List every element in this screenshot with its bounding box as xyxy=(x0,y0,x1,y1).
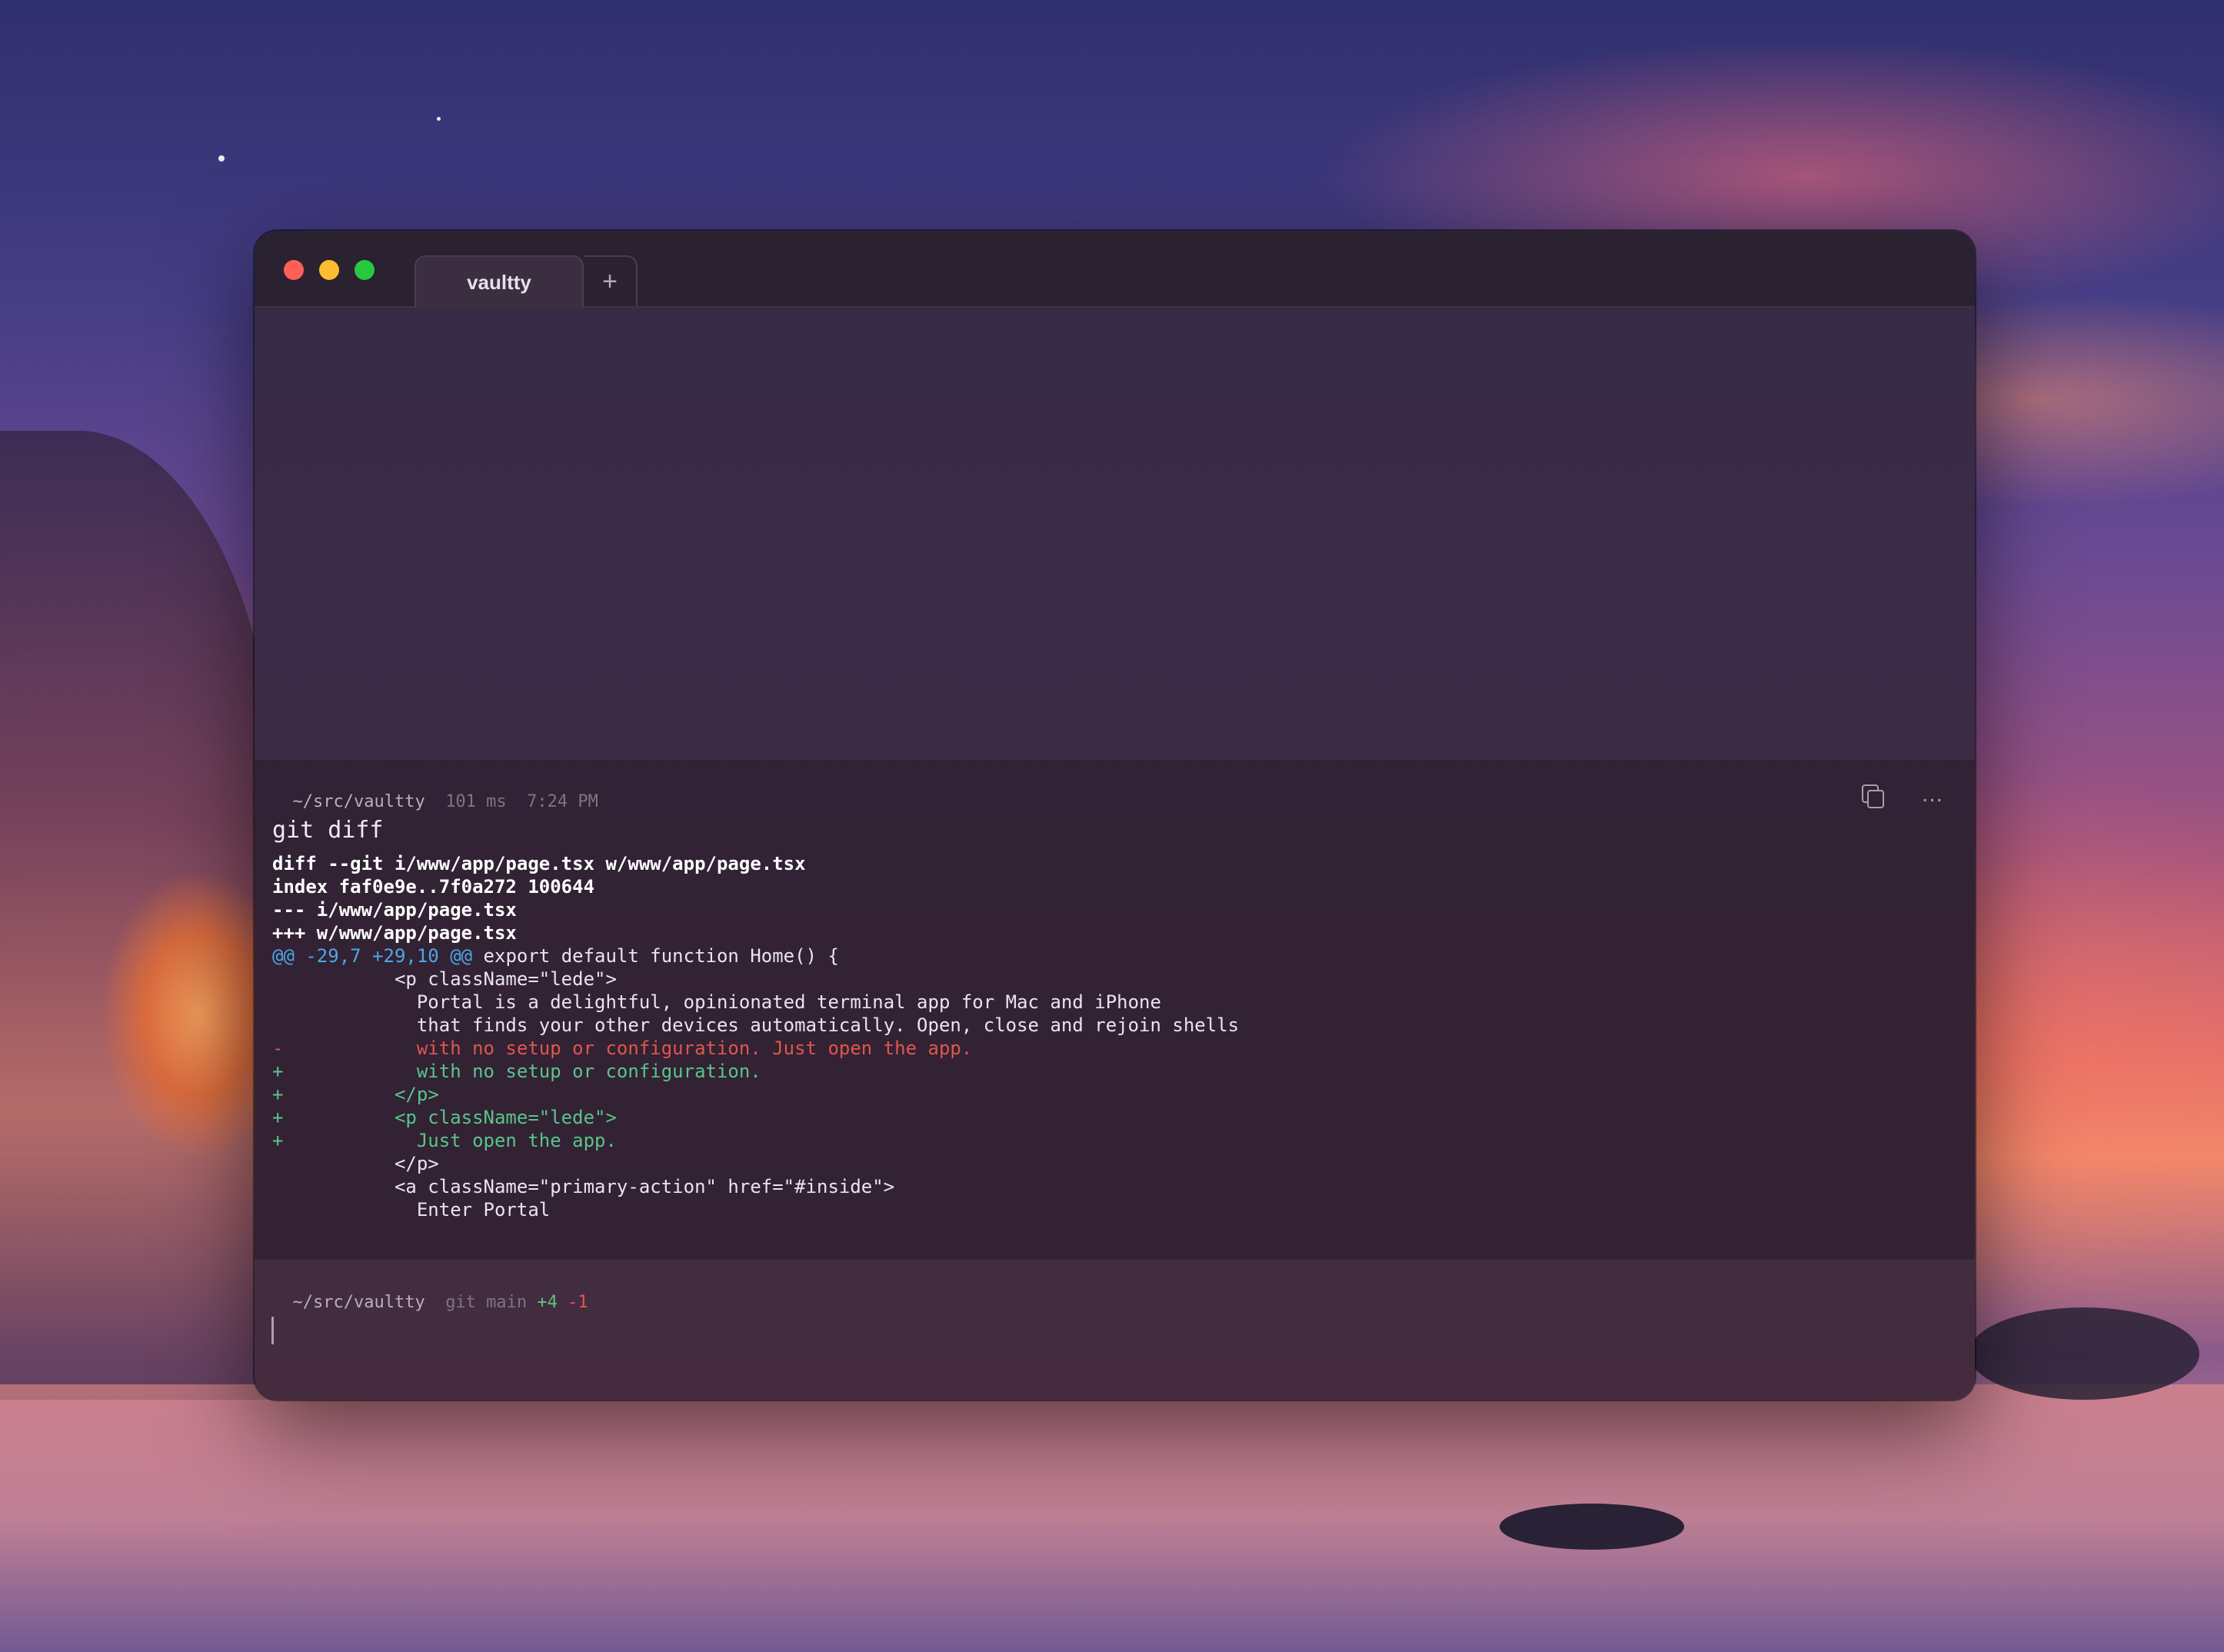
wallpaper-rock-formation xyxy=(0,431,277,1400)
plus-icon: + xyxy=(602,266,618,296)
close-window-button[interactable] xyxy=(284,260,304,280)
title-bar: vaultty + xyxy=(255,231,1975,308)
prompt-vcs-branch: git main xyxy=(445,1293,528,1312)
diff-line-added: + </p> xyxy=(272,1084,439,1105)
diff-line-context: <a className="primary-action" href="#ins… xyxy=(272,1176,895,1197)
diff-line-added: + with no setup or configuration. xyxy=(272,1061,761,1082)
wallpaper-star xyxy=(437,117,441,121)
block-divider xyxy=(255,1260,1975,1261)
block-meta: ~/src/vaultty 101 ms 7:24 PM xyxy=(272,773,598,811)
copy-icon[interactable] xyxy=(1860,783,1884,808)
diff-line-header: diff --git i/www/app/page.tsx w/www/app/… xyxy=(272,853,806,874)
diff-output: diff --git i/www/app/page.tsx w/www/app/… xyxy=(272,852,1239,1221)
wallpaper-rock xyxy=(1969,1307,2199,1400)
block-time: 7:24 PM xyxy=(527,792,598,811)
input-cursor[interactable] xyxy=(271,1317,274,1344)
new-tab-button[interactable]: + xyxy=(584,255,638,306)
diff-line-removed: - with no setup or configuration. Just o… xyxy=(272,1037,973,1059)
block-cwd: ~/src/vaultty xyxy=(292,792,425,811)
diff-line-context: </p> xyxy=(272,1153,439,1174)
block-command: git diff xyxy=(272,817,384,844)
hunk-range: @@ -29,7 +29,10 @@ xyxy=(272,945,473,967)
diff-line-context: <p className="lede"> xyxy=(272,968,617,990)
prompt-cwd: ~/src/vaultty xyxy=(292,1293,425,1312)
wallpaper-water xyxy=(0,1384,2224,1652)
diff-line-context: Enter Portal xyxy=(272,1199,551,1221)
prompt-meta: ~/src/vaultty git main +4 -1 xyxy=(272,1274,588,1312)
diff-line-added: + <p className="lede"> xyxy=(272,1107,617,1128)
tab-vaultty[interactable]: vaultty xyxy=(415,255,584,308)
diff-line-header: +++ w/www/app/page.tsx xyxy=(272,922,517,944)
diff-line-added: + Just open the app. xyxy=(272,1130,617,1151)
minimize-window-button[interactable] xyxy=(319,260,339,280)
hunk-context: export default function Home() { xyxy=(472,945,839,967)
block-actions: ... xyxy=(1860,783,1943,808)
diff-line-context: that finds your other devices automatica… xyxy=(272,1014,1240,1036)
diff-line-header: --- i/www/app/page.tsx xyxy=(272,899,517,921)
diff-line-hunk: @@ -29,7 +29,10 @@ export default functi… xyxy=(272,944,1239,968)
diff-line-context: Portal is a delightful, opinionated term… xyxy=(272,991,1161,1013)
tab-title: vaultty xyxy=(467,270,531,294)
wallpaper-star xyxy=(218,155,225,162)
prompt-additions: +4 xyxy=(537,1293,558,1312)
more-options-icon[interactable]: ... xyxy=(1922,783,1943,806)
zoom-window-button[interactable] xyxy=(355,260,375,280)
diff-line-header: index faf0e9e..7f0a272 100644 xyxy=(272,876,595,898)
prompt-deletions: -1 xyxy=(568,1293,588,1312)
block-duration: 101 ms xyxy=(445,792,507,811)
wallpaper-rock xyxy=(1500,1504,1684,1550)
